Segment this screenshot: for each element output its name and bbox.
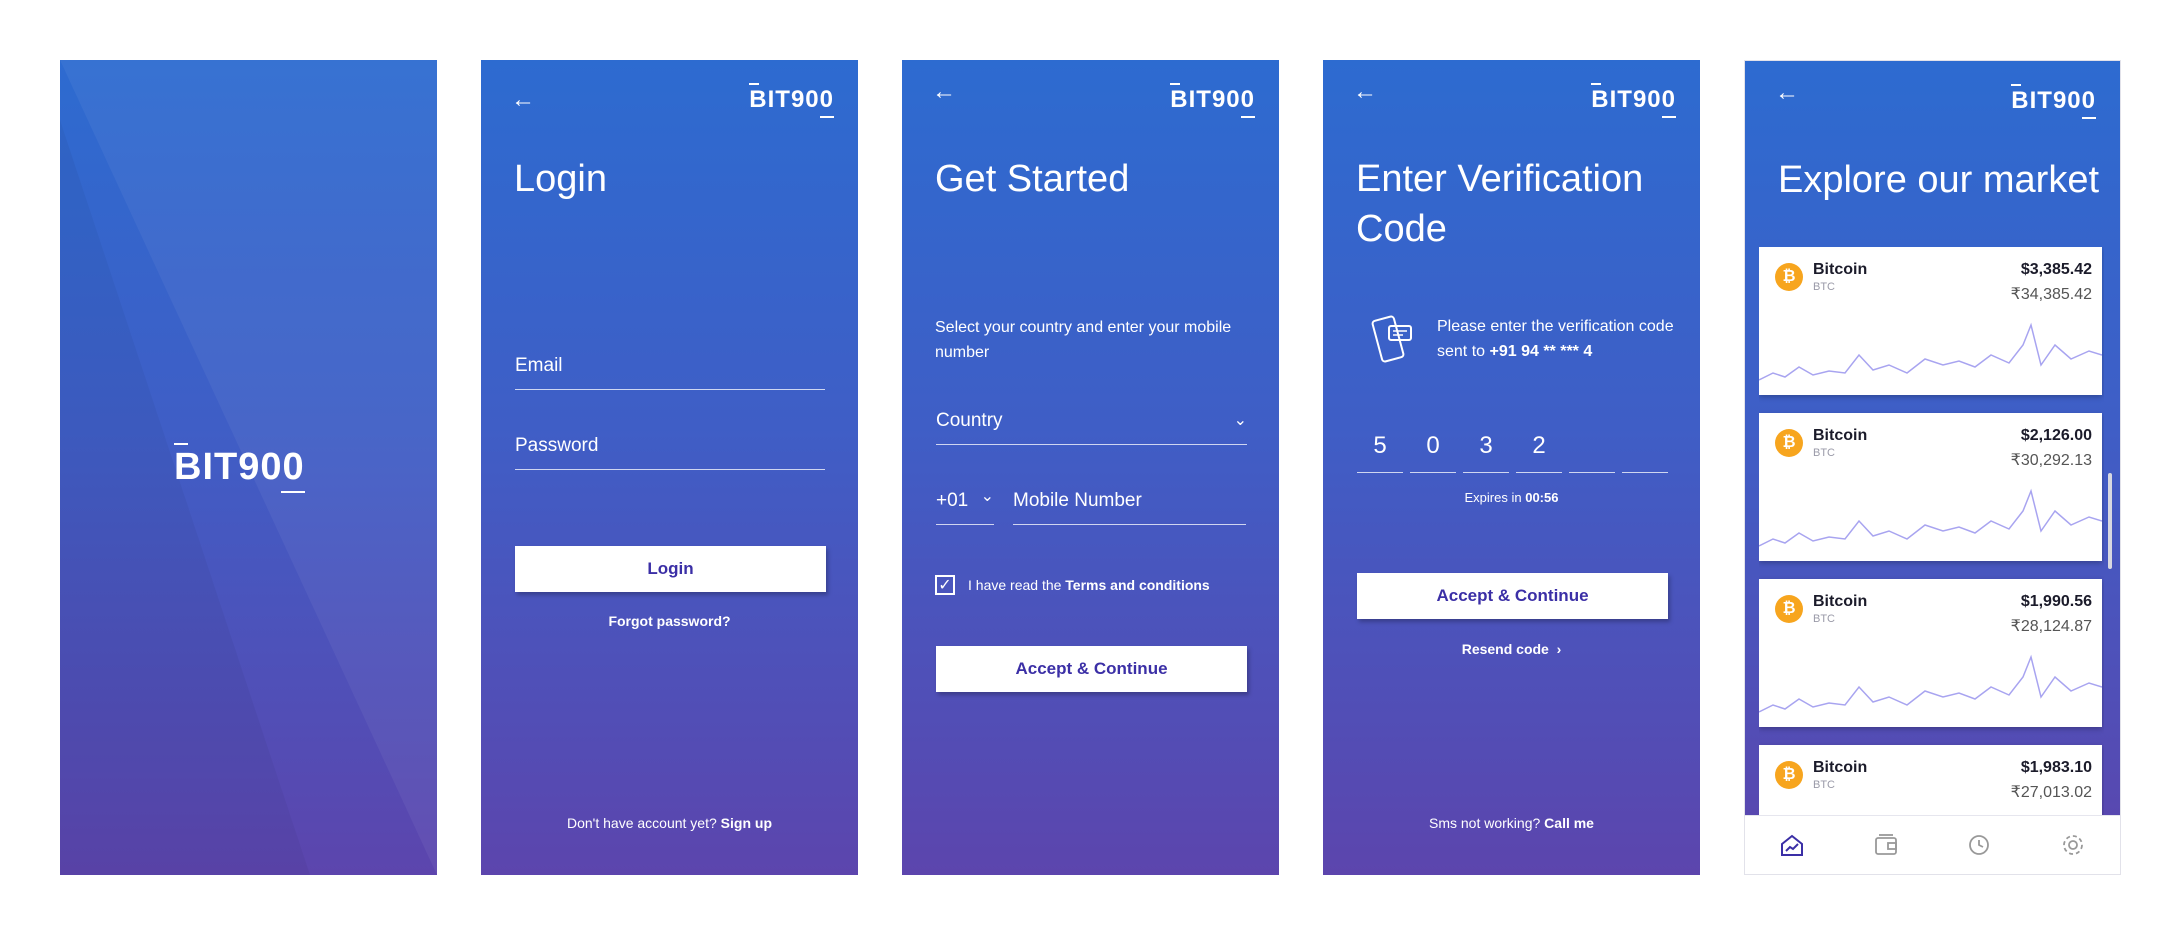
settings-icon[interactable] [2053,825,2093,865]
coin-name: Bitcoin [1813,759,1868,776]
back-arrow-icon[interactable]: ← [511,86,535,114]
history-icon[interactable] [1959,825,1999,865]
wallet-icon[interactable] [1866,825,1906,865]
code-digit-1[interactable]: 5 [1357,432,1403,473]
instruction-text: Select your country and enter your mobil… [935,319,1232,361]
chevron-down-icon: ⌄ [980,488,994,505]
back-arrow-icon[interactable]: ← [1353,78,1377,106]
back-arrow-icon[interactable]: ← [932,78,956,106]
call-me-link[interactable]: Call me [1544,815,1594,831]
page-title: Get Started [935,158,1130,200]
coin-price-usd: $1,983.10 [2020,759,2092,776]
mobile-number-input[interactable]: Mobile Number [1013,490,1246,525]
coin-name: Bitcoin [1813,427,1868,444]
coin-price-usd: $1,990.56 [2020,593,2092,610]
code-digit-2[interactable]: 0 [1410,432,1456,473]
chevron-right-icon: › [1552,641,1562,657]
country-label: Country [936,410,1003,431]
price-sparkline [1759,488,2102,547]
brand-logo: BIT900 [1591,83,1676,118]
brand-logo: BIT900 [2011,84,2096,119]
home-chart-icon[interactable] [1772,825,1812,865]
signup-footer: Don't have account yet? Sign up [481,815,858,831]
get-started-screen: ← BIT900 Get Started Select your country… [902,60,1279,875]
resend-code-link[interactable]: Resend code › [1323,641,1700,657]
coin-symbol: BTC [1813,779,1835,791]
back-arrow-icon[interactable]: ← [1775,79,1799,107]
scrollbar[interactable] [2108,473,2112,569]
coin-symbol: BTC [1813,447,1835,459]
coin-price-usd: $2,126.00 [2020,427,2092,444]
code-inputs: 5 0 3 2 [1357,432,1668,473]
coin-card[interactable]: ₿ Bitcoin BTC $3,385.42 ₹34,385.42 [1759,247,2102,395]
price-sparkline [1759,322,2102,381]
coin-card[interactable]: ₿ Bitcoin BTC $2,126.00 ₹30,292.13 [1759,413,2102,561]
coin-symbol: BTC [1813,613,1835,625]
coin-price-inr: ₹28,124.87 [2010,618,2092,635]
verification-note: Please enter the verification code sent … [1437,318,1674,360]
login-button[interactable]: Login [515,546,826,592]
market-screen: ← BIT900 Explore our market ₿ Bitcoin BT… [1744,60,2121,875]
password-field[interactable]: Password [515,435,825,470]
bitcoin-icon: ₿ [1775,263,1803,291]
accept-continue-button[interactable]: Accept & Continue [936,646,1247,692]
brand-logo: BIT900 [174,443,305,493]
coin-card[interactable]: ₿ Bitcoin BTC $1,990.56 ₹28,124.87 [1759,579,2102,727]
country-select[interactable]: Country ⌄ [936,410,1247,445]
coin-price-usd: $3,385.42 [2020,261,2092,278]
page-title: Login [514,158,607,200]
country-code: +01 [936,490,969,511]
coin-price-inr: ₹30,292.13 [2010,452,2092,469]
call-footer: Sms not working? Call me [1323,815,1700,831]
code-digit-6[interactable] [1622,432,1668,473]
code-digit-3[interactable]: 3 [1463,432,1509,473]
terms-link[interactable]: Terms and conditions [1065,577,1209,593]
code-digit-5[interactable] [1569,432,1615,473]
countdown-timer: 00:56 [1525,490,1559,505]
terms-label: I have read the Terms and conditions [968,577,1210,593]
forgot-password-link[interactable]: Forgot password? [481,613,858,629]
phone-message-icon [1371,315,1412,363]
price-sparkline [1759,654,2102,713]
coin-name: Bitcoin [1813,261,1868,278]
footer-text: Sms not working? [1429,815,1541,831]
bitcoin-icon: ₿ [1775,429,1803,457]
coin-price-inr: ₹34,385.42 [2010,286,2092,303]
signup-link[interactable]: Sign up [721,815,772,831]
bitcoin-icon: ₿ [1775,595,1803,623]
expires-text: Expires in 00:56 [1464,490,1559,505]
country-code-select[interactable]: +01 ⌄ [936,488,994,525]
masked-phone: +91 94 ** *** 4 [1489,343,1593,360]
coin-card[interactable]: ₿ Bitcoin BTC $1,983.10 ₹27,013.02 [1759,745,2102,817]
brand-logo: BIT900 [1170,83,1255,118]
login-screen: ← BIT900 Login Email Password Login Forg… [481,60,858,875]
coin-name: Bitcoin [1813,593,1868,610]
chevron-down-icon: ⌄ [1233,412,1247,429]
terms-checkbox[interactable]: ✓ [935,575,955,595]
footer-text: Don't have account yet? [567,815,717,831]
bottom-tab-bar [1745,815,2120,874]
coin-symbol: BTC [1813,281,1835,293]
email-field[interactable]: Email [515,355,825,390]
splash-screen: BIT900 [60,60,437,875]
accept-continue-button[interactable]: Accept & Continue [1357,573,1668,619]
page-title: Explore our market [1778,159,2100,201]
coin-price-inr: ₹27,013.02 [2010,784,2092,801]
bitcoin-icon: ₿ [1775,761,1803,789]
coin-list: ₿ Bitcoin BTC $3,385.42 ₹34,385.42 ₿ Bit… [1759,247,2104,817]
page-title: Enter Verification Code [1356,158,1644,250]
check-icon: ✓ [938,577,952,594]
code-digit-4[interactable]: 2 [1516,432,1562,473]
verification-screen: ← BIT900 Enter Verification Code Please … [1323,60,1700,875]
brand-logo: BIT900 [749,83,834,118]
